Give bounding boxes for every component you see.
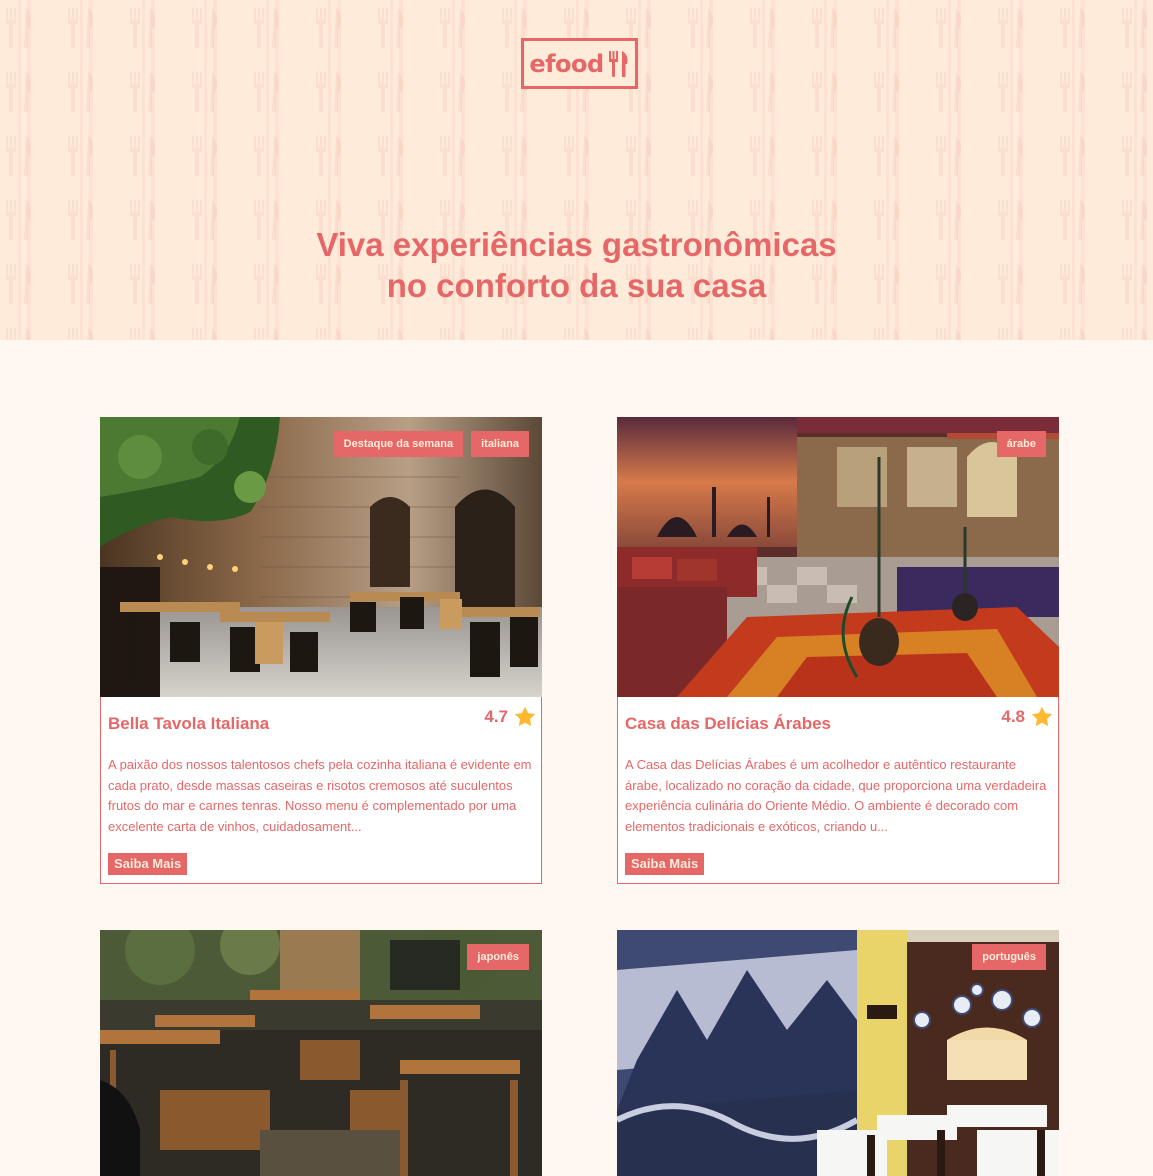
rating: 4.8 bbox=[1001, 706, 1053, 727]
hero-header: efood Viva experiências gastronômicas no… bbox=[0, 0, 1153, 340]
tag-cuisine: português bbox=[972, 944, 1046, 970]
logo-text: efood bbox=[529, 49, 604, 78]
tag-list: japonês bbox=[467, 944, 529, 970]
star-icon bbox=[1031, 706, 1053, 727]
tag-cuisine: japonês bbox=[467, 944, 529, 970]
tag-list: árabe bbox=[996, 431, 1046, 457]
restaurant-name: Bella Tavola Italiana bbox=[108, 714, 270, 733]
restaurant-description: A Casa das Delícias Árabes é um acolhedo… bbox=[625, 757, 1047, 834]
star-icon bbox=[514, 706, 536, 727]
hero-title-line-2: no conforto da sua casa bbox=[386, 267, 767, 304]
rating-value: 4.7 bbox=[484, 706, 508, 726]
saiba-mais-button[interactable]: Saiba Mais bbox=[108, 853, 188, 875]
efood-logo[interactable]: efood bbox=[521, 38, 638, 89]
restaurant-description: A paixão dos nossos talentosos chefs pel… bbox=[108, 757, 532, 834]
rating: 4.7 bbox=[484, 706, 536, 727]
tag-cuisine: árabe bbox=[996, 431, 1046, 457]
restaurant-name: Casa das Delícias Árabes bbox=[625, 714, 832, 733]
restaurant-image: japonês bbox=[100, 930, 542, 1176]
tag-featured: Destaque da semana bbox=[333, 431, 464, 457]
restaurant-card: árabe Casa das Delícias Árabes 4.8 A Cas… bbox=[617, 417, 1059, 884]
restaurant-image: Destaque da semana italiana bbox=[100, 417, 542, 697]
restaurant-card: japonês bbox=[100, 930, 542, 1176]
restaurant-image: português bbox=[617, 930, 1059, 1176]
tag-list: Destaque da semana italiana bbox=[333, 431, 529, 457]
rating-value: 4.8 bbox=[1001, 706, 1025, 726]
restaurant-card: português bbox=[617, 930, 1059, 1176]
saiba-mais-button[interactable]: Saiba Mais bbox=[625, 853, 705, 875]
restaurant-card: Destaque da semana italiana Bella Tavola… bbox=[100, 417, 542, 884]
hero-title-line-1: Viva experiências gastronômicas bbox=[316, 226, 837, 263]
card-body: Casa das Delícias Árabes 4.8 A Casa das … bbox=[617, 697, 1059, 884]
restaurant-image: árabe bbox=[617, 417, 1059, 697]
card-body: Bella Tavola Italiana 4.7 A paixão dos n… bbox=[100, 697, 542, 884]
tag-cuisine: italiana bbox=[471, 431, 529, 457]
fork-knife-icon bbox=[608, 50, 628, 77]
hero-title: Viva experiências gastronômicas no confo… bbox=[0, 224, 1153, 306]
tag-list: português bbox=[972, 944, 1046, 970]
